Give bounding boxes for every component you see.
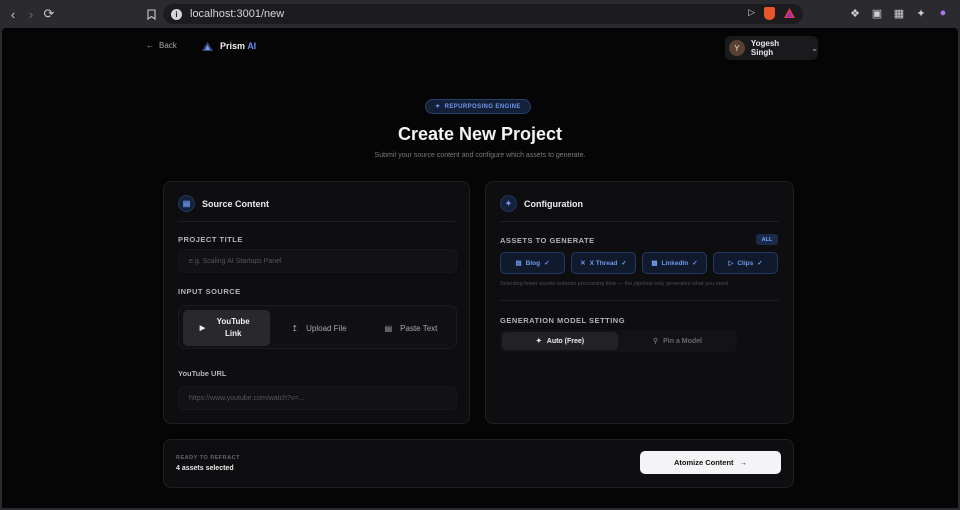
arrow-right-icon: → <box>739 458 748 467</box>
asset-selector: ▤ Blog ✓ ✕ X Thread ✓ ▩ LinkedIn ✓ ▷ Cli… <box>500 252 778 274</box>
address-bar[interactable]: i localhost:3001/new ▷ <box>163 4 803 24</box>
avatar: Y <box>729 40 745 56</box>
asset-chip-clips[interactable]: ▷ Clips ✓ <box>713 252 778 274</box>
assets-hint: Selecting fewer assets reduces processin… <box>500 281 730 287</box>
asset-label: Blog <box>525 259 541 267</box>
sparkle-icon: ✦ <box>500 195 517 212</box>
project-title-input[interactable]: e.g. Scaling AI Startups Panel <box>178 249 457 273</box>
top-navigation: ← Back Prism AI Y Yogesh Singh ⌄ <box>2 28 958 68</box>
status-label: READY TO REFRACT <box>176 455 241 461</box>
upload-icon: ↥ <box>291 323 299 333</box>
paste-text-option[interactable]: ▤ Paste Text <box>368 310 454 346</box>
extensions-icon[interactable]: ❖ <box>848 6 862 20</box>
page-title: Create New Project <box>397 124 563 144</box>
check-icon: ✓ <box>544 260 550 267</box>
config-heading: Configuration <box>524 198 583 209</box>
youtube-url-label: YouTube URL <box>178 369 227 378</box>
x-icon: ✕ <box>580 260 586 267</box>
site-info-icon[interactable]: i <box>171 8 182 20</box>
brand-logo[interactable]: Prism AI <box>202 41 256 51</box>
selected-count: 4 assets selected <box>176 465 234 472</box>
video-icon: ▷ <box>728 260 734 267</box>
youtube-url-input[interactable]: https://www.youtube.com/watch?v=... <box>178 386 457 410</box>
sparkle-icon: ✦ <box>535 338 542 345</box>
check-icon: ✓ <box>621 260 627 267</box>
select-all-button[interactable]: ALL <box>756 234 778 245</box>
project-title-label: PROJECT TITLE <box>178 235 243 244</box>
brave-shield-icon[interactable] <box>764 7 775 20</box>
badge-label: REPURPOSING ENGINE <box>444 103 521 110</box>
app-page: ← Back Prism AI Y Yogesh Singh ⌄ ✦ REPUR… <box>2 28 958 508</box>
send-icon[interactable]: ▷ <box>748 7 755 18</box>
paste-text-label: Paste Text <box>400 323 438 333</box>
atomize-label: Atomize Content <box>673 458 734 467</box>
divider <box>500 300 779 301</box>
asset-chip-blog[interactable]: ▤ Blog ✓ <box>500 252 565 274</box>
leo-icon[interactable]: ✦ <box>914 6 928 20</box>
brand-name: Prism <box>220 41 246 51</box>
source-content-card: ▤ Source Content PROJECT TITLE e.g. Scal… <box>163 181 470 424</box>
asset-chip-x-thread[interactable]: ✕ X Thread ✓ <box>571 252 636 274</box>
assets-label: ASSETS TO GENERATE <box>500 236 595 245</box>
bookmark-icon[interactable] <box>142 5 160 23</box>
auto-model-option[interactable]: ✦ Auto (Free) <box>502 332 618 350</box>
divider <box>178 221 455 222</box>
model-setting-label: GENERATION MODEL SETTING <box>500 316 626 325</box>
back-link[interactable]: ← Back <box>146 41 177 50</box>
divider <box>500 221 779 222</box>
brand-suffix: AI <box>247 41 257 51</box>
arrow-left-icon: ← <box>146 41 154 50</box>
sparkle-icon: ✦ <box>435 104 441 110</box>
blog-icon: ▤ <box>515 260 522 267</box>
page-subtitle: Submit your source content and configure… <box>374 152 586 159</box>
url-text: localhost:3001/new <box>190 8 285 20</box>
youtube-link-label: YouTube Link <box>216 317 250 338</box>
upload-file-option[interactable]: ↥ Upload File <box>274 310 364 346</box>
pin-model-option[interactable]: ⚲ Pin a Model <box>620 332 735 350</box>
model-selector: ✦ Auto (Free) ⚲ Pin a Model <box>500 330 737 352</box>
asset-chip-linkedin[interactable]: ▩ LinkedIn ✓ <box>642 252 707 274</box>
asset-label: Clips <box>737 259 754 267</box>
upload-file-label: Upload File <box>306 323 347 333</box>
source-heading: Source Content <box>202 198 270 209</box>
configuration-card: ✦ Configuration ASSETS TO GENERATE ALL ▤… <box>485 181 794 424</box>
youtube-icon: ▶ <box>199 325 206 332</box>
config-card-header: ✦ Configuration <box>500 195 583 212</box>
pin-icon: ⚲ <box>652 338 659 345</box>
prism-icon <box>202 41 213 51</box>
linkedin-icon: ▩ <box>651 260 658 267</box>
document-icon: ▤ <box>178 195 195 212</box>
reader-icon[interactable]: ▣ <box>870 6 884 20</box>
user-name: Yogesh Singh <box>750 39 780 57</box>
document-icon: ▤ <box>384 323 393 333</box>
atomize-content-button[interactable]: Atomize Content → <box>640 451 781 474</box>
rewards-icon[interactable] <box>784 8 795 21</box>
back-label: Back <box>159 41 177 50</box>
check-icon: ✓ <box>692 260 698 267</box>
pin-model-label: Pin a Model <box>663 337 703 345</box>
input-source-label: INPUT SOURCE <box>178 287 241 296</box>
section-badge: ✦ REPURPOSING ENGINE <box>425 99 531 114</box>
browser-back-icon[interactable]: ‹ <box>4 5 22 23</box>
reload-icon[interactable]: ⟳ <box>40 5 58 23</box>
action-bar: READY TO REFRACT 4 assets selected Atomi… <box>163 439 794 488</box>
asset-label: X Thread <box>589 259 618 267</box>
chevron-down-icon: ⌄ <box>811 43 818 53</box>
browser-forward-icon[interactable]: › <box>22 5 40 23</box>
youtube-link-option[interactable]: ▶ YouTube Link <box>183 310 270 346</box>
source-card-header: ▤ Source Content <box>178 195 269 212</box>
browser-toolbar: ‹ › ⟳ i localhost:3001/new ▷ ❖ ▣ ▦ ✦ ● <box>0 0 960 28</box>
input-source-selector: ▶ YouTube Link ↥ Upload File ▤ Paste Tex… <box>178 305 457 349</box>
wallet-icon[interactable]: ▦ <box>892 6 906 20</box>
check-icon: ✓ <box>757 260 763 267</box>
user-menu-button[interactable]: Y Yogesh Singh ⌄ <box>725 36 818 60</box>
auto-model-label: Auto (Free) <box>546 337 585 345</box>
profile-menu-icon[interactable]: ● <box>936 6 950 20</box>
asset-label: LinkedIn <box>661 259 689 267</box>
